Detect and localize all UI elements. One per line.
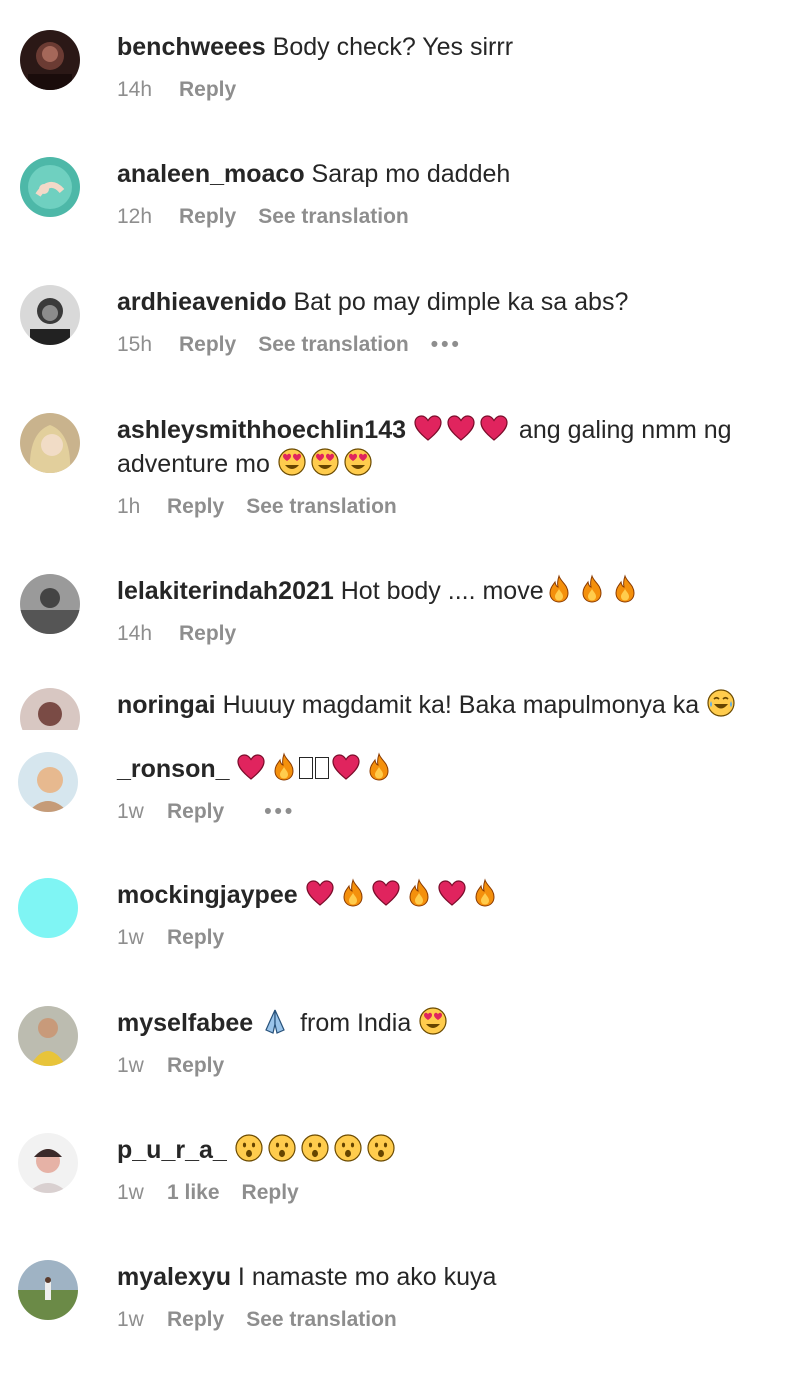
- red-heart-icon: [437, 878, 467, 908]
- avatar[interactable]: [18, 1260, 78, 1320]
- reply-button[interactable]: Reply: [242, 1179, 299, 1207]
- fire-icon: [269, 752, 299, 782]
- avatar[interactable]: [20, 157, 80, 217]
- fire-icon: [470, 878, 500, 908]
- comment-text: I namaste mo ako kuya: [237, 1263, 497, 1291]
- reply-button[interactable]: Reply: [167, 1306, 224, 1334]
- comment-time[interactable]: 1h: [117, 493, 153, 521]
- laughing-tears-emoji-icon: [706, 688, 736, 718]
- avatar[interactable]: [20, 413, 80, 473]
- more-options-icon[interactable]: •••: [264, 798, 295, 826]
- red-heart-icon: [446, 413, 476, 443]
- comment-username[interactable]: benchweees: [117, 33, 266, 61]
- red-heart-icon: [305, 878, 335, 908]
- fire-icon: [577, 574, 607, 604]
- avatar[interactable]: [18, 878, 78, 938]
- reply-button[interactable]: Reply: [167, 493, 224, 521]
- avatar-photo-icon: [20, 285, 80, 345]
- reply-button[interactable]: Reply: [167, 1052, 224, 1080]
- avatar-photo-icon: [18, 1006, 78, 1066]
- see-translation-link[interactable]: See translation: [246, 493, 397, 521]
- avatar-photo-icon: [18, 1133, 78, 1193]
- comment-username[interactable]: analeen_moaco: [117, 160, 305, 188]
- avatar[interactable]: [20, 688, 80, 730]
- comment-username[interactable]: lelakiterindah2021: [117, 577, 334, 605]
- comment-time[interactable]: 14h: [117, 76, 165, 104]
- comment-username[interactable]: myselfabee: [117, 1009, 253, 1037]
- avatar[interactable]: [20, 285, 80, 345]
- comment-time[interactable]: 14h: [117, 620, 165, 648]
- avatar[interactable]: [20, 30, 80, 90]
- hushed-face-icon: [366, 1133, 396, 1163]
- comment-text: from India: [300, 1009, 412, 1037]
- comment-text: Hot body .... move: [340, 577, 544, 605]
- heart-eyes-emoji-icon: [310, 447, 340, 477]
- comment-text: Bat po may dimple ka sa abs?: [293, 288, 629, 316]
- red-heart-icon: [479, 413, 509, 443]
- more-options-icon[interactable]: •••: [431, 331, 462, 359]
- comment-username[interactable]: ardhieavenido: [117, 288, 287, 316]
- comment-time[interactable]: 1w: [117, 1052, 153, 1080]
- fire-icon: [338, 878, 368, 908]
- likes-count[interactable]: 1 like: [167, 1179, 220, 1207]
- red-heart-icon: [236, 752, 266, 782]
- heart-eyes-emoji-icon: [343, 447, 373, 477]
- comment-time[interactable]: 1w: [117, 1306, 153, 1334]
- comment-username[interactable]: ashleysmithhoechlin143: [117, 416, 406, 444]
- comment-text: Huuuy magdamit ka! Baka mapulmonya ka: [222, 691, 700, 719]
- reply-button[interactable]: Reply: [179, 203, 236, 231]
- comment-username[interactable]: p_u_r_a_: [117, 1136, 227, 1164]
- fire-icon: [404, 878, 434, 908]
- comment-time[interactable]: 1w: [117, 924, 153, 952]
- avatar-photo-icon: [20, 157, 80, 217]
- reply-button[interactable]: Reply: [179, 331, 236, 359]
- heart-eyes-emoji-icon: [277, 447, 307, 477]
- comment-time[interactable]: 1w: [117, 1179, 153, 1207]
- comment-username[interactable]: noringai: [117, 691, 216, 719]
- avatar-photo-icon: [20, 688, 80, 730]
- red-heart-icon: [413, 413, 443, 443]
- comment-text: Body check? Yes sirrr: [272, 33, 514, 61]
- avatar-photo-icon: [20, 574, 80, 634]
- avatar[interactable]: [18, 1006, 78, 1066]
- reply-button[interactable]: Reply: [179, 620, 236, 648]
- see-translation-link[interactable]: See translation: [246, 1306, 397, 1334]
- hushed-face-icon: [234, 1133, 264, 1163]
- avatar-photo-icon: [18, 1260, 78, 1320]
- avatar[interactable]: [20, 574, 80, 634]
- comment-text: ang galing nmm ng: [518, 416, 732, 444]
- avatar-photo-icon: [20, 30, 80, 90]
- see-translation-link[interactable]: See translation: [258, 203, 409, 231]
- folded-hands-icon: [260, 1006, 290, 1036]
- red-heart-icon: [371, 878, 401, 908]
- avatar-placeholder-icon: [18, 878, 78, 938]
- hushed-face-icon: [300, 1133, 330, 1163]
- avatar-photo-icon: [18, 752, 78, 812]
- comment-item: noringai Huuuy magdamit ka! Baka mapulmo…: [0, 688, 800, 730]
- comment-time[interactable]: 15h: [117, 331, 165, 359]
- avatar[interactable]: [18, 1133, 78, 1193]
- see-translation-link[interactable]: See translation: [258, 331, 409, 359]
- comment-time[interactable]: 1w: [117, 798, 153, 826]
- hushed-face-icon: [267, 1133, 297, 1163]
- comment-time[interactable]: 12h: [117, 203, 165, 231]
- comment-username[interactable]: myalexyu: [117, 1263, 231, 1291]
- reply-button[interactable]: Reply: [167, 924, 224, 952]
- red-heart-icon: [331, 752, 361, 782]
- fire-icon: [610, 574, 640, 604]
- comment-text-continued: adventure mo: [117, 450, 270, 478]
- hushed-face-icon: [333, 1133, 363, 1163]
- comment-text: Sarap mo daddeh: [311, 160, 511, 188]
- avatar-photo-icon: [20, 413, 80, 473]
- heart-eyes-emoji-icon: [418, 1006, 448, 1036]
- comment-username[interactable]: mockingjaypee: [117, 881, 298, 909]
- fire-icon: [544, 574, 574, 604]
- missing-glyph-icon: [299, 757, 314, 779]
- avatar[interactable]: [18, 752, 78, 812]
- reply-button[interactable]: Reply: [167, 798, 224, 826]
- comment-username[interactable]: _ronson_: [117, 755, 230, 783]
- missing-glyph-icon: [315, 757, 330, 779]
- reply-button[interactable]: Reply: [179, 76, 236, 104]
- fire-icon: [364, 752, 394, 782]
